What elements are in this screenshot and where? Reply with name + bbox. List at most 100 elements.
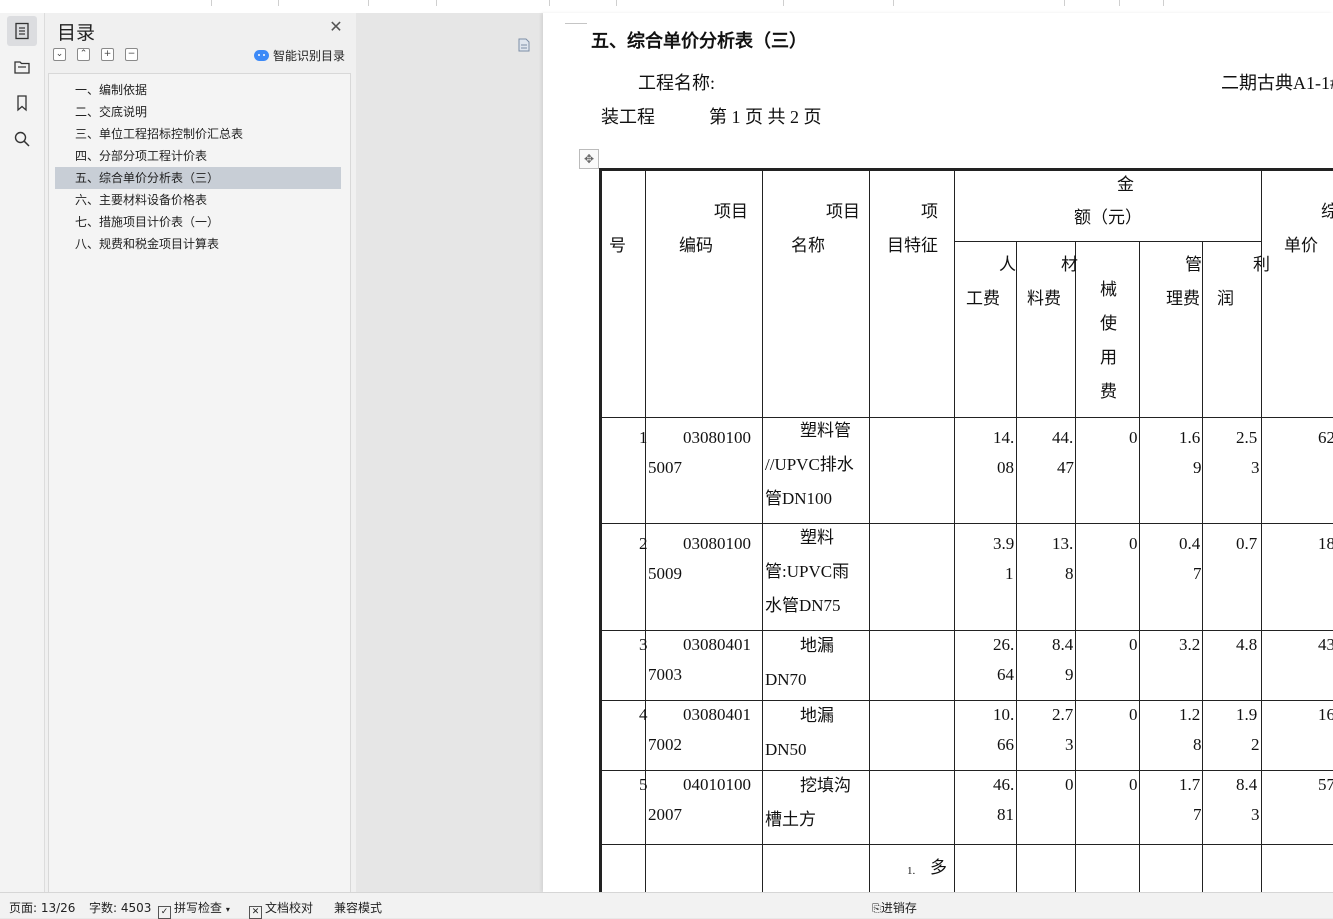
project-name: 二期古典A1-1# xyxy=(1221,73,1333,93)
row2-name-1: 塑料 xyxy=(800,528,834,547)
header-amount-1: 金 xyxy=(1117,175,1134,194)
bookmark-button[interactable] xyxy=(7,88,37,118)
row1-material-1: 44. xyxy=(1052,428,1074,447)
row2-code-1: 03080100 xyxy=(683,534,751,553)
row1-mgmt-2: 9 xyxy=(1193,458,1202,477)
navigation-rail xyxy=(0,13,45,892)
row5-unit-price: 57 xyxy=(1318,775,1333,794)
row1-labor-1: 14. xyxy=(993,428,1015,447)
toc-panel: 目录 ✕ ⌄ ⌃ + − 智能识别目录 一、编制依据 二、交底说明 三、单位工程… xyxy=(45,13,356,893)
chapter-view-button[interactable] xyxy=(7,52,37,82)
header-labor-1: 人 xyxy=(999,255,1016,274)
row1-code-2: 5007 xyxy=(648,458,682,477)
toc-item[interactable]: 六、主要材料设备价格表 xyxy=(55,189,341,211)
row4-profit-2: 2 xyxy=(1251,735,1260,754)
invoice-icon: ⎘ xyxy=(872,902,881,915)
bookmark-icon xyxy=(17,95,27,112)
proofread-button[interactable]: ✕ 文档校对 xyxy=(249,899,313,919)
row3-unit-price: 43 xyxy=(1318,635,1333,654)
revision-label: 进销存 xyxy=(880,901,917,915)
row4-material-1: 2.7 xyxy=(1052,705,1074,724)
header-unit-price-1: 综 xyxy=(1321,202,1333,221)
row5-num: 5 xyxy=(639,775,648,794)
word-count[interactable]: 字数: 4503 xyxy=(89,899,151,916)
toc-item-selected[interactable]: 五、综合单价分析表（三） xyxy=(55,167,341,189)
collapse-up-icon[interactable]: ⌃ xyxy=(77,48,90,61)
compat-mode: 兼容模式 xyxy=(334,901,383,915)
row4-labor-2: 66 xyxy=(997,735,1014,754)
search-icon xyxy=(14,131,30,147)
row3-name-1: 地漏 xyxy=(800,636,834,655)
toc-item[interactable]: 三、单位工程招标控制价汇总表 xyxy=(55,123,341,145)
toc-item[interactable]: 二、交底说明 xyxy=(55,101,341,123)
row2-labor-2: 1 xyxy=(1005,564,1014,583)
revision-button[interactable]: ⎘进销存 xyxy=(872,899,917,916)
header-amount-2: 额（元） xyxy=(1074,208,1142,227)
header-feature-1: 项 xyxy=(921,202,938,221)
row2-machine: 0 xyxy=(1129,534,1138,553)
close-icon[interactable]: ✕ xyxy=(328,19,344,35)
header-code-1: 项目 xyxy=(714,202,748,221)
project-label: 工程名称: xyxy=(638,73,716,93)
row3-material-2: 9 xyxy=(1065,665,1074,684)
expand-all-icon[interactable]: + xyxy=(101,48,114,61)
document-page[interactable]: 五、综合单价分析表（三） 工程名称: 二期古典A1-1# 装工程 第 1 页 共… xyxy=(543,13,1333,892)
toc-item[interactable]: 七、措施项目计价表（一） xyxy=(55,211,341,233)
page-indicator[interactable]: 页面: 13/26 xyxy=(9,899,75,916)
proofread-label: 文档校对 xyxy=(265,901,314,915)
header-feature-2: 目特征 xyxy=(887,236,938,255)
row4-profit-1: 1.9 xyxy=(1236,705,1258,724)
collapse-all-icon[interactable]: − xyxy=(125,48,138,61)
spell-check-button[interactable]: ✓ 拼写检查 ▾ xyxy=(158,899,230,919)
row2-num: 2 xyxy=(639,534,648,553)
toc-item[interactable]: 四、分部分项工程计价表 xyxy=(55,145,341,167)
row2-material-1: 13. xyxy=(1052,534,1074,553)
row4-code-2: 7002 xyxy=(648,735,682,754)
row3-num: 3 xyxy=(639,635,648,654)
checkbox-icon: ✓ xyxy=(158,906,171,919)
expand-down-icon[interactable]: ⌄ xyxy=(53,48,66,61)
row3-labor-2: 64 xyxy=(997,665,1014,684)
row1-profit-2: 3 xyxy=(1251,458,1260,477)
row1-name-3: 管DN100 xyxy=(765,489,833,508)
row5-machine: 0 xyxy=(1129,775,1138,794)
row5-name-1: 挖填沟 xyxy=(800,776,851,795)
row1-material-2: 47 xyxy=(1057,458,1074,477)
row4-machine: 0 xyxy=(1129,705,1138,724)
section-heading: 五、综合单价分析表（三） xyxy=(591,31,807,51)
header-name-2: 名称 xyxy=(791,236,825,255)
header-machine-2: 使 xyxy=(1100,314,1117,333)
page-format-icon[interactable] xyxy=(518,38,530,52)
smart-toc-button[interactable]: 智能识别目录 xyxy=(254,47,345,63)
spell-check-label: 拼写检查 xyxy=(174,901,223,915)
row4-name-2: DN50 xyxy=(765,740,807,759)
row4-mgmt-2: 8 xyxy=(1193,735,1202,754)
row5-material-1: 0 xyxy=(1065,775,1074,794)
toc-item[interactable]: 一、编制依据 xyxy=(55,79,341,101)
toc-title: 目录 xyxy=(57,22,96,44)
ai-assistant-icon xyxy=(254,49,269,61)
row5-mgmt-2: 7 xyxy=(1193,805,1202,824)
table-move-handle-icon[interactable]: ✥ xyxy=(579,149,599,169)
row3-labor-1: 26. xyxy=(993,635,1015,654)
row2-labor-1: 3.9 xyxy=(993,534,1015,553)
row4-mgmt-1: 1.2 xyxy=(1179,705,1201,724)
document-outline-icon xyxy=(15,22,29,40)
header-mgmt-1: 管 xyxy=(1185,255,1202,274)
row4-unit-price: 16 xyxy=(1318,705,1333,724)
row2-mgmt-1: 0.4 xyxy=(1179,534,1201,553)
search-button[interactable] xyxy=(7,124,37,154)
toc-view-button[interactable] xyxy=(7,16,37,46)
row3-material-1: 8.4 xyxy=(1052,635,1074,654)
row3-code-1: 03080401 xyxy=(683,635,751,654)
header-labor-2: 工费 xyxy=(966,289,1000,308)
row1-name-1: 塑料管 xyxy=(800,421,851,440)
row5-mgmt-1: 1.7 xyxy=(1179,775,1201,794)
header-profit-2: 润 xyxy=(1217,289,1234,308)
header-unit-price-2: 单价 xyxy=(1284,236,1318,255)
toc-item[interactable]: 八、规费和税金项目计算表 xyxy=(55,233,341,255)
row4-material-2: 3 xyxy=(1065,735,1074,754)
row2-profit-1: 0.7 xyxy=(1236,534,1258,553)
row3-code-2: 7003 xyxy=(648,665,682,684)
row1-mgmt-1: 1.6 xyxy=(1179,428,1201,447)
